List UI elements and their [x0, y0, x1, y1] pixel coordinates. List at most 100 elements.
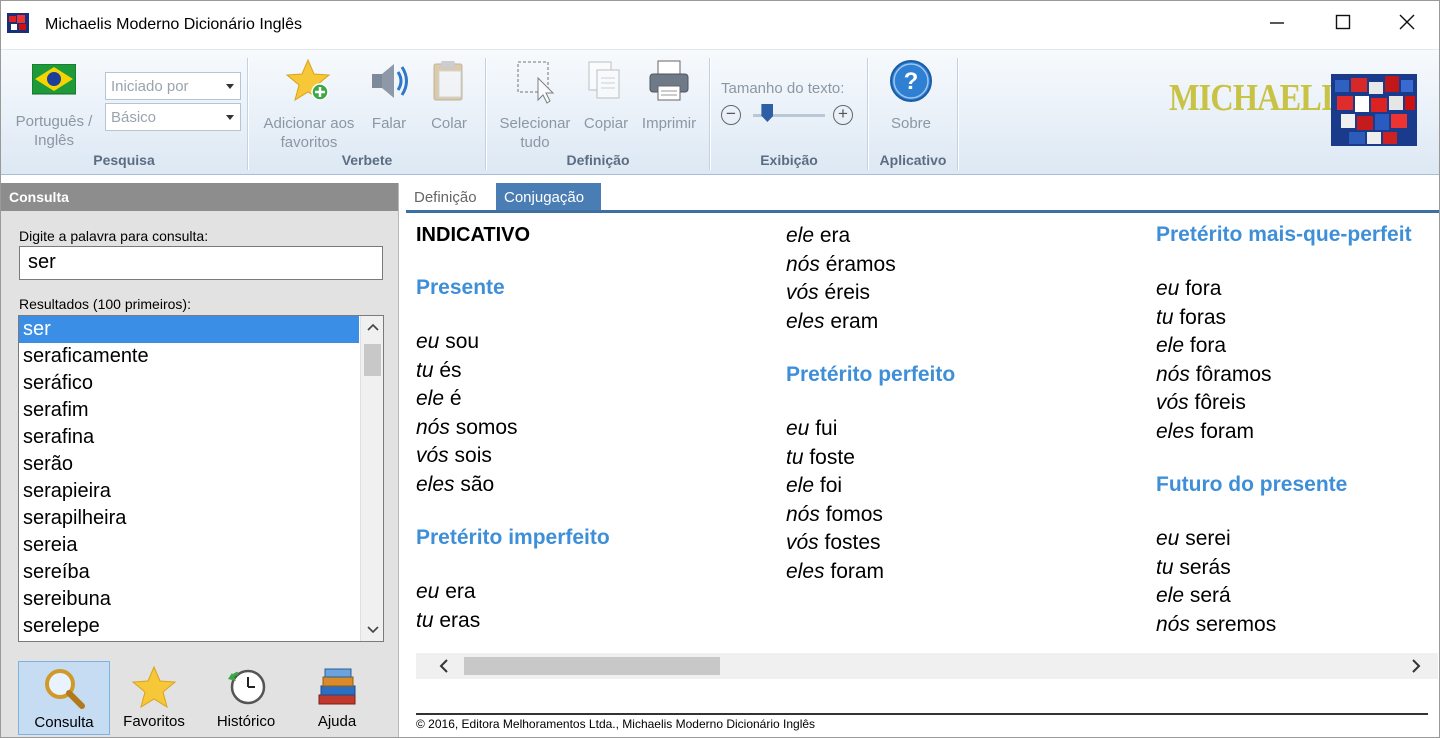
list-item[interactable]: sereia	[19, 532, 359, 559]
nav-favoritos-label: Favoritos	[123, 713, 185, 730]
conjugation-row: tu serás	[1156, 554, 1439, 583]
chevron-up-icon[interactable]	[367, 322, 379, 332]
copyright-text: © 2016, Editora Melhoramentos Ltda., Mic…	[416, 717, 816, 731]
speak-button[interactable]: Falar	[361, 56, 417, 146]
nav-ajuda[interactable]: Ajuda	[291, 661, 383, 735]
verb-form: sois	[448, 444, 492, 467]
group-verbete: Adicionar aos favoritos Falar Colar Verb…	[249, 56, 485, 172]
speaker-icon	[372, 64, 408, 98]
verb-form: foi	[814, 474, 843, 497]
list-item[interactable]: sereibuna	[19, 586, 359, 613]
tense-heading: Presente	[416, 276, 505, 299]
chevron-down-icon[interactable]	[367, 625, 379, 635]
paste-button[interactable]: Colar	[419, 56, 479, 146]
list-item[interactable]: sereíba	[19, 559, 359, 586]
group-separator	[485, 58, 486, 170]
conjugation-row: eles são	[416, 471, 796, 500]
group-definicao: Selecionar tudo Copiar Imprimir Definiçã…	[487, 56, 709, 172]
pronoun: nós	[786, 252, 820, 276]
verb-form: eras	[433, 608, 481, 632]
tense-rows: eu fora tu foras ele fora nós fôramos vós fô…	[1156, 275, 1439, 446]
list-item[interactable]: serelepe	[19, 613, 359, 640]
group-label-pesquisa: Pesquisa	[93, 152, 155, 168]
search-label: Digite a palavra para consulta:	[19, 228, 209, 244]
search-input[interactable]: ser	[19, 246, 383, 280]
results-list[interactable]: ser seraficamente seráfico serafim serafina s…	[18, 315, 384, 642]
chevron-right-icon[interactable]	[1410, 659, 1422, 673]
verb-form: foras	[1173, 305, 1227, 329]
clipboard-icon	[433, 61, 463, 101]
pronoun: vós	[786, 531, 819, 554]
tense-rows: eu fui tu foste ele foi nós fomos vós fostes…	[786, 415, 1166, 586]
pronoun: tu	[1156, 555, 1174, 579]
verb-form: seremos	[1189, 612, 1277, 636]
print-label: Imprimir	[641, 115, 697, 132]
nav-historico[interactable]: Histórico	[200, 661, 292, 735]
scrollbar-thumb[interactable]	[364, 344, 381, 376]
verb-form: éreis	[818, 281, 871, 304]
nav-favoritos[interactable]: Favoritos	[108, 661, 200, 735]
list-item[interactable]: serafim	[19, 397, 359, 424]
list-item[interactable]: serapieira	[19, 478, 359, 505]
conjugation-row: vós fostes	[786, 529, 1166, 558]
chevron-left-icon[interactable]	[438, 659, 450, 673]
list-item[interactable]: seráfico	[19, 370, 359, 397]
results-scrollbar[interactable]	[360, 316, 383, 641]
tense-rows: eu serei tu serás ele será nós seremos	[1156, 525, 1439, 640]
pronoun: eu	[1156, 277, 1180, 300]
zoom-out-icon[interactable]: −	[721, 105, 741, 125]
zoom-in-icon[interactable]: +	[833, 105, 853, 125]
verb-form: foste	[803, 445, 855, 469]
tab-conjugacao[interactable]: Conjugação	[496, 183, 601, 210]
group-label-definicao: Definição	[566, 152, 630, 168]
speak-label: Falar	[371, 115, 407, 132]
list-item[interactable]: serão	[19, 451, 359, 478]
pronoun: tu	[416, 608, 434, 632]
verb-form: eram	[824, 309, 879, 333]
chevron-down-icon	[226, 84, 234, 89]
pronoun: eles	[786, 559, 825, 583]
conjugation-row: eu sou	[416, 328, 796, 357]
nav-consulta[interactable]: Consulta	[18, 661, 110, 735]
pronoun: nós	[1156, 612, 1190, 636]
verb-form: será	[1184, 584, 1231, 607]
text-size-label: Tamanho do texto:	[721, 80, 845, 97]
group-pesquisa: Português / Inglês Iniciado por Básico P…	[1, 56, 247, 172]
list-item[interactable]: serafina	[19, 424, 359, 451]
close-icon	[1399, 14, 1415, 30]
horizontal-scrollbar[interactable]	[416, 653, 1438, 679]
conjugation-row: nós seremos	[1156, 611, 1439, 640]
list-item[interactable]: serapilheira	[19, 505, 359, 532]
conjugation-row: eu era	[416, 578, 796, 607]
minimize-button[interactable]	[1244, 1, 1310, 45]
maximize-button[interactable]	[1310, 1, 1376, 45]
column-3: Pretérito mais-que-perfeit eu fora tu for…	[1156, 221, 1439, 640]
verb-form: serás	[1173, 555, 1231, 579]
level-select[interactable]: Básico	[105, 103, 241, 131]
list-item[interactable]: ser	[19, 316, 359, 343]
select-all-button[interactable]: Selecionar tudo	[495, 56, 575, 151]
language-button[interactable]: Português / Inglês	[9, 56, 99, 149]
about-button[interactable]: ? Sobre	[883, 56, 939, 146]
slider-thumb[interactable]	[761, 104, 774, 122]
conjugation-row: ele era	[786, 222, 1166, 251]
conjugation-row: nós somos	[416, 414, 796, 443]
paste-label: Colar	[431, 115, 467, 132]
add-favorites-button[interactable]: Adicionar aos favoritos	[259, 56, 359, 151]
search-mode-select[interactable]: Iniciado por	[105, 72, 241, 100]
print-button[interactable]: Imprimir	[635, 56, 703, 146]
list-item[interactable]: seraficamente	[19, 343, 359, 370]
conjugation-row: nós éramos	[786, 251, 1166, 280]
pronoun: ele	[786, 224, 815, 247]
conjugation-row: ele foi	[786, 472, 1166, 501]
tense-rows: eu era tu eras	[416, 578, 796, 635]
copy-button[interactable]: Copiar	[579, 56, 633, 146]
nav-historico-label: Histórico	[216, 713, 276, 730]
text-size-slider[interactable]: − +	[721, 102, 861, 130]
close-button[interactable]	[1374, 1, 1439, 45]
verb-form: sou	[439, 330, 480, 353]
scrollbar-thumb[interactable]	[464, 657, 720, 675]
pronoun: tu	[786, 445, 804, 469]
group-label-verbete: Verbete	[341, 152, 393, 168]
tab-definicao[interactable]: Definição	[406, 183, 496, 210]
